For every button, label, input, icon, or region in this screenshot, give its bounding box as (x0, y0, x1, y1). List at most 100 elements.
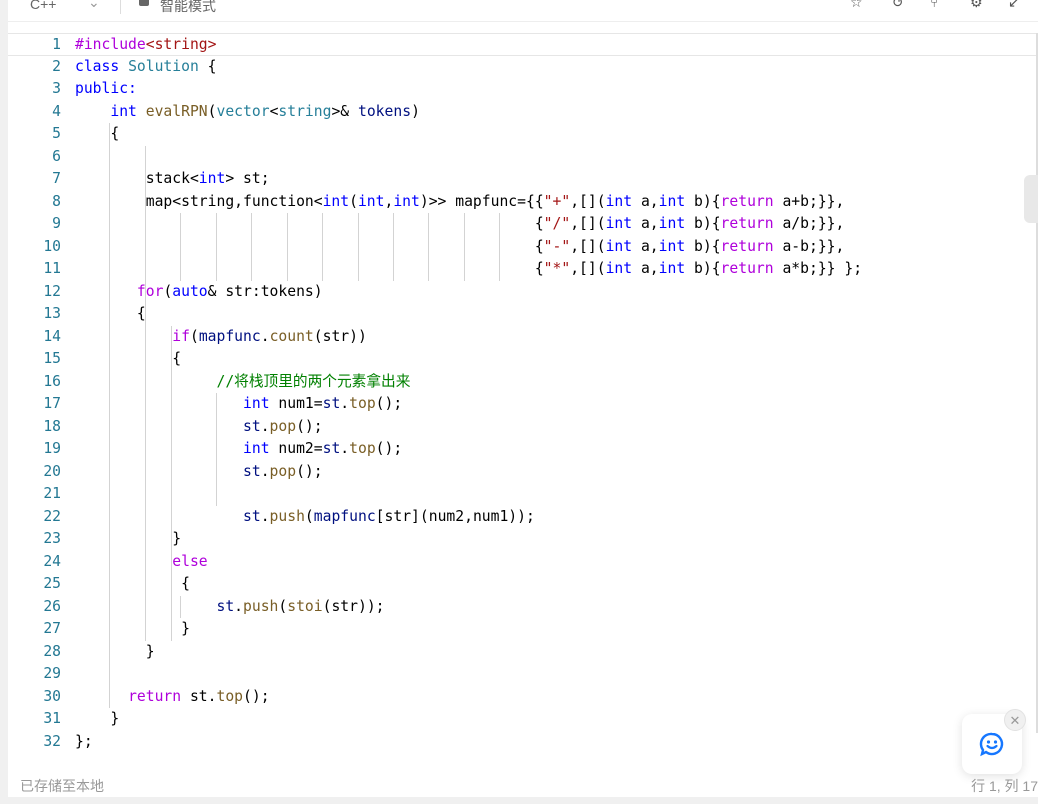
code-token: } (75, 642, 155, 660)
code-line[interactable]: 2 class Solution { (8, 56, 1038, 79)
bookmark-icon[interactable]: ☆ (850, 0, 863, 11)
code-token: & str:tokens) (207, 282, 323, 300)
code-text: public: (75, 78, 137, 101)
indent-guide (251, 213, 253, 281)
code-token: a, (632, 215, 659, 232)
code-line[interactable]: 9 {"/",[](int a,int b){return a/b;}}, (8, 213, 1038, 236)
code-token: else (172, 552, 208, 570)
code-line[interactable]: 29 (8, 663, 1038, 686)
code-token: for (136, 282, 164, 300)
code-token: return (720, 237, 774, 255)
code-token: mapfunc (198, 327, 261, 345)
code-token: ( (207, 102, 217, 120)
code-line[interactable]: 31 } (8, 708, 1038, 731)
code-line[interactable]: 26 st.push(stoi(str)); (8, 596, 1038, 619)
line-number: 28 (43, 642, 61, 660)
code-line[interactable]: 18 st.pop(); (8, 416, 1038, 439)
code-token: (); (296, 417, 323, 435)
code-line[interactable]: 3 public: (8, 78, 1038, 101)
code-line[interactable]: 27 } (8, 618, 1038, 641)
code-token: tokens (358, 102, 412, 120)
code-token: int (243, 440, 270, 457)
line-number: 27 (43, 620, 61, 637)
line-number: 14 (43, 327, 61, 345)
code-token: a-b;}}, (773, 237, 845, 255)
editor-toolbar: C++ ⌄ 智能模式 ☆ ↺ ⑂ ⚙ ↙ (8, 0, 1038, 22)
indent-guide (171, 325, 173, 641)
code-token: ( (278, 597, 288, 615)
code-token: int (243, 395, 270, 412)
code-line[interactable]: 22 st.push(mapfunc[str](num2,num1)); (8, 506, 1038, 529)
code-area[interactable]: 1 #include<string> 2 class Solution {3 publi… (8, 33, 1038, 763)
code-line[interactable]: 14 if(mapfunc.count(str)) (8, 326, 1038, 349)
code-token: string (278, 102, 332, 120)
code-line[interactable]: 28 } (8, 641, 1038, 664)
code-token: "*" (543, 260, 571, 277)
line-number: 10 (43, 237, 61, 255)
code-token: <string> (145, 36, 217, 53)
code-line[interactable]: 11 {"*",[](int a,int b){return a*b;}} }; (8, 258, 1038, 281)
code-line[interactable]: 16 //将栈顶里的两个元素拿出来 (8, 371, 1038, 394)
code-line[interactable]: 17 int num1=st.top(); (8, 393, 1038, 416)
code-line[interactable]: 8 map<string,function<int(int,int)>> map… (8, 191, 1038, 214)
code-text: {"/",[](int a,int b){return a/b;}}, (75, 213, 845, 236)
code-line[interactable]: 6 (8, 146, 1038, 169)
code-line[interactable]: 5 { (8, 123, 1038, 146)
code-token: public: (75, 80, 137, 97)
code-token: if (172, 327, 190, 345)
smart-mode-toggle[interactable]: 智能模式 (160, 0, 216, 16)
line-number: 9 (52, 215, 61, 232)
code-text: } (75, 708, 119, 731)
code-line[interactable]: 30 return st.top(); (8, 686, 1038, 709)
code-line[interactable]: 10 {"-",[](int a,int b){return a-b;}}, (8, 236, 1038, 259)
line-number: 21 (43, 485, 61, 502)
code-line[interactable]: 20 st.pop(); (8, 461, 1038, 484)
code-token: ,[]( (570, 237, 606, 255)
code-token: class (75, 57, 129, 75)
line-number: 12 (43, 282, 61, 300)
code-line[interactable]: 24 else (8, 551, 1038, 574)
code-line[interactable]: 12 for(auto& str:tokens) (8, 281, 1038, 304)
code-token: . (260, 327, 270, 345)
code-token: int (198, 170, 226, 187)
code-text: {"-",[](int a,int b){return a-b;}}, (75, 236, 845, 259)
code-line[interactable]: 1 #include<string> (8, 33, 1038, 56)
code-token: ( (349, 192, 358, 210)
indent-guide (392, 213, 394, 281)
chat-smile-icon (979, 732, 1004, 757)
reset-icon[interactable]: ↺ (892, 0, 904, 11)
code-token: int (658, 215, 686, 232)
close-icon[interactable]: ✕ (1004, 709, 1026, 731)
code-text: } (75, 641, 155, 664)
code-token: int (605, 260, 633, 277)
code-token: b){ (685, 192, 721, 210)
settings-icon[interactable]: ⚙ (970, 0, 983, 11)
code-line[interactable]: 32}; (8, 731, 1038, 754)
code-token: } (75, 710, 120, 727)
indent-guide (180, 213, 182, 281)
code-line[interactable]: 23 } (8, 528, 1038, 551)
line-number: 3 (52, 80, 61, 97)
line-number: 17 (43, 395, 61, 412)
line-number: 13 (43, 305, 61, 322)
code-line[interactable]: 4 int evalRPN(vector<string>& tokens) (8, 101, 1038, 124)
code-token: b){ (685, 260, 721, 277)
code-line[interactable]: 15 { (8, 348, 1038, 371)
code-token: return (720, 215, 774, 232)
code-text: {"*",[](int a,int b){return a*b;}} }; (75, 258, 862, 281)
chevron-down-icon[interactable]: ⌄ (88, 0, 100, 11)
code-line[interactable]: 7 stack<int> st; (8, 168, 1038, 191)
code-text: else (75, 551, 208, 574)
collapse-icon[interactable]: ↙ (1008, 0, 1020, 11)
code-line[interactable]: 25 { (8, 573, 1038, 596)
code-token: stoi (287, 597, 323, 615)
language-selector[interactable]: C++ (30, 0, 56, 12)
code-token: st (322, 440, 341, 457)
code-line[interactable]: 19 int num2=st.top(); (8, 438, 1038, 461)
code-line[interactable]: 13 { (8, 303, 1038, 326)
branch-icon[interactable]: ⑂ (930, 0, 938, 10)
code-line[interactable]: 21 (8, 483, 1038, 506)
side-panel-handle[interactable] (1024, 175, 1038, 223)
